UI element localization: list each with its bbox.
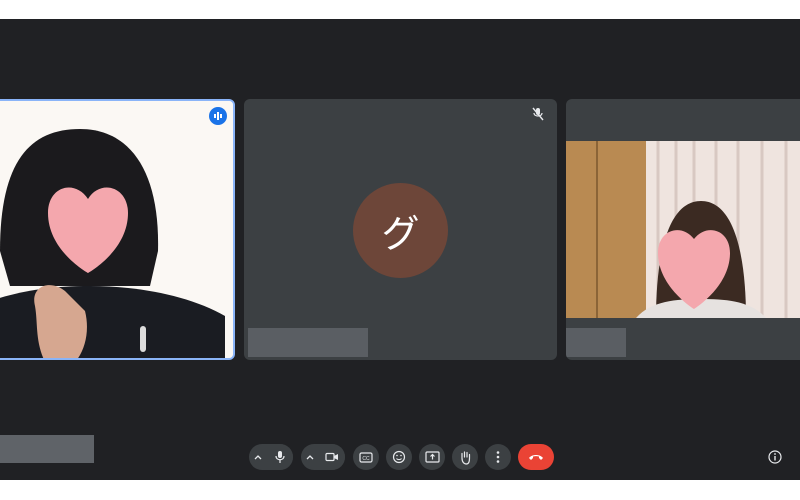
info-icon [768, 450, 782, 464]
participant-tile-3[interactable] [566, 99, 800, 360]
present-screen-button[interactable] [419, 444, 445, 470]
participant-video-3 [566, 141, 800, 318]
svg-text:CC: CC [362, 456, 370, 462]
more-options-button[interactable] [485, 444, 511, 470]
participant-name-label [248, 328, 368, 357]
participant-video-1 [0, 101, 233, 358]
camera-control-group [301, 444, 345, 470]
reactions-button[interactable] [386, 444, 412, 470]
camera-button[interactable] [319, 444, 345, 470]
mic-off-icon [531, 107, 545, 121]
meeting-info-button[interactable] [765, 447, 785, 467]
mic-button[interactable] [267, 444, 293, 470]
top-bar [0, 0, 800, 19]
mic-control-group [249, 444, 293, 470]
speaking-indicator-icon [209, 107, 227, 125]
captions-button[interactable]: CC [353, 444, 379, 470]
raise-hand-button[interactable] [452, 444, 478, 470]
end-call-button[interactable] [518, 444, 554, 470]
meeting-stage: グ CC [0, 19, 800, 480]
self-name-label [0, 435, 94, 463]
participant-avatar: グ [353, 183, 448, 278]
participant-name-label [566, 328, 626, 357]
bottom-bar [0, 480, 800, 500]
call-controls: CC [249, 444, 554, 470]
participant-tile-1[interactable] [0, 99, 235, 360]
mic-options-chevron-icon[interactable] [249, 444, 267, 470]
camera-options-chevron-icon[interactable] [301, 444, 319, 470]
participant-tile-2[interactable]: グ [244, 99, 557, 360]
